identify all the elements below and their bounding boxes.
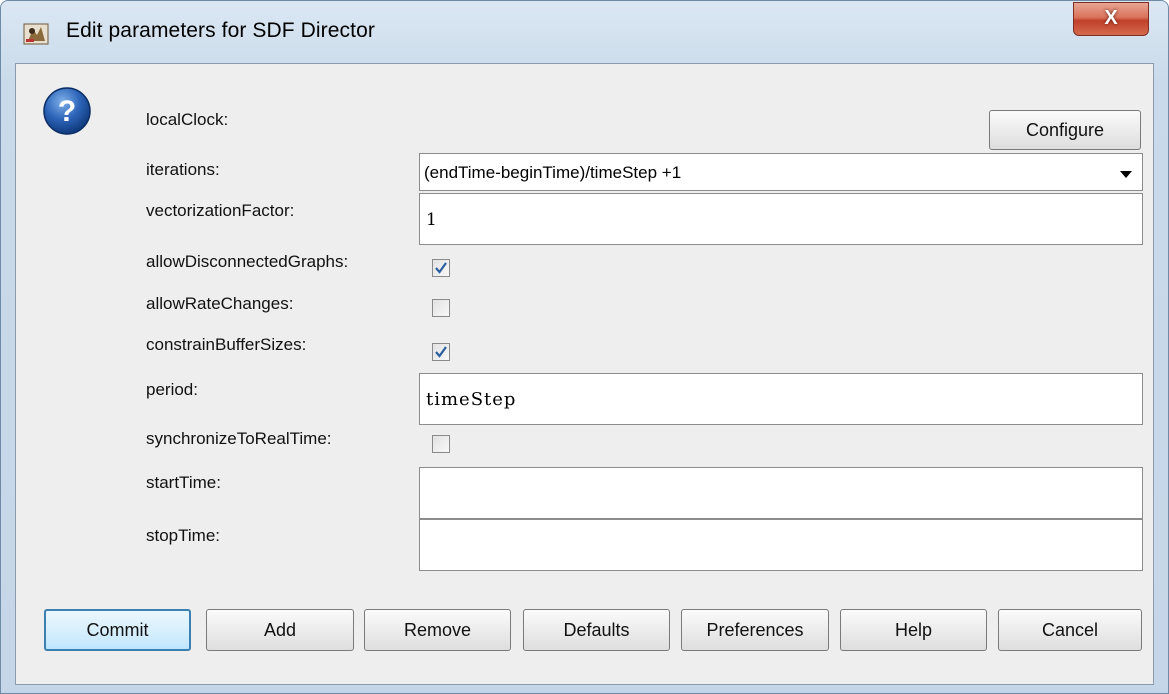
synchronizetorealtime-checkbox[interactable] xyxy=(432,435,450,453)
help-button[interactable]: Help xyxy=(840,609,987,651)
add-button[interactable]: Add xyxy=(206,609,354,651)
dialog-content: ? localClock: Configure iterations: (end… xyxy=(15,63,1154,685)
close-button[interactable]: X xyxy=(1073,2,1149,36)
stoptime-input[interactable] xyxy=(419,519,1143,571)
window-title: Edit parameters for SDF Director xyxy=(66,19,375,42)
allowdisconnectedgraphs-checkbox[interactable] xyxy=(432,259,450,277)
label-localclock: localClock: xyxy=(146,110,229,129)
vectorizationfactor-input[interactable]: 1 xyxy=(419,193,1143,245)
svg-text:?: ? xyxy=(58,95,76,128)
question-icon: ? xyxy=(42,86,92,136)
cancel-button[interactable]: Cancel xyxy=(998,609,1142,651)
checkmark-icon xyxy=(435,262,447,274)
allowratechanges-checkbox[interactable] xyxy=(432,299,450,317)
label-constrainbuffersizes: constrainBufferSizes: xyxy=(146,335,307,354)
iterations-combobox[interactable]: (endTime-beginTime)/timeStep +1 xyxy=(419,153,1143,191)
checkmark-icon xyxy=(435,346,447,358)
title-bar[interactable]: Edit parameters for SDF Director X xyxy=(1,1,1168,63)
period-input[interactable]: timeStep xyxy=(419,373,1143,425)
preferences-button[interactable]: Preferences xyxy=(681,609,829,651)
label-stoptime: stopTime: xyxy=(146,526,221,545)
configure-button[interactable]: Configure xyxy=(989,110,1141,150)
dialog-window: Edit parameters for SDF Director X ? loc… xyxy=(0,0,1169,694)
label-starttime: startTime: xyxy=(146,473,221,492)
label-vectorizationfactor: vectorizationFactor: xyxy=(146,201,295,220)
starttime-input[interactable] xyxy=(419,467,1143,519)
label-allowdisconnectedgraphs: allowDisconnectedGraphs: xyxy=(146,252,349,271)
label-iterations: iterations: xyxy=(146,160,220,179)
iterations-value: (endTime-beginTime)/timeStep +1 xyxy=(424,163,682,182)
close-icon: X xyxy=(1104,7,1118,29)
defaults-button[interactable]: Defaults xyxy=(523,609,670,651)
app-icon xyxy=(23,21,49,47)
constrainbuffersizes-checkbox[interactable] xyxy=(432,343,450,361)
label-allowratechanges: allowRateChanges: xyxy=(146,294,294,313)
chevron-down-icon[interactable] xyxy=(1120,171,1132,178)
commit-button[interactable]: Commit xyxy=(44,609,191,651)
remove-button[interactable]: Remove xyxy=(364,609,511,651)
label-period: period: xyxy=(146,380,198,399)
label-synchronizetorealtime: synchronizeToRealTime: xyxy=(146,429,332,448)
